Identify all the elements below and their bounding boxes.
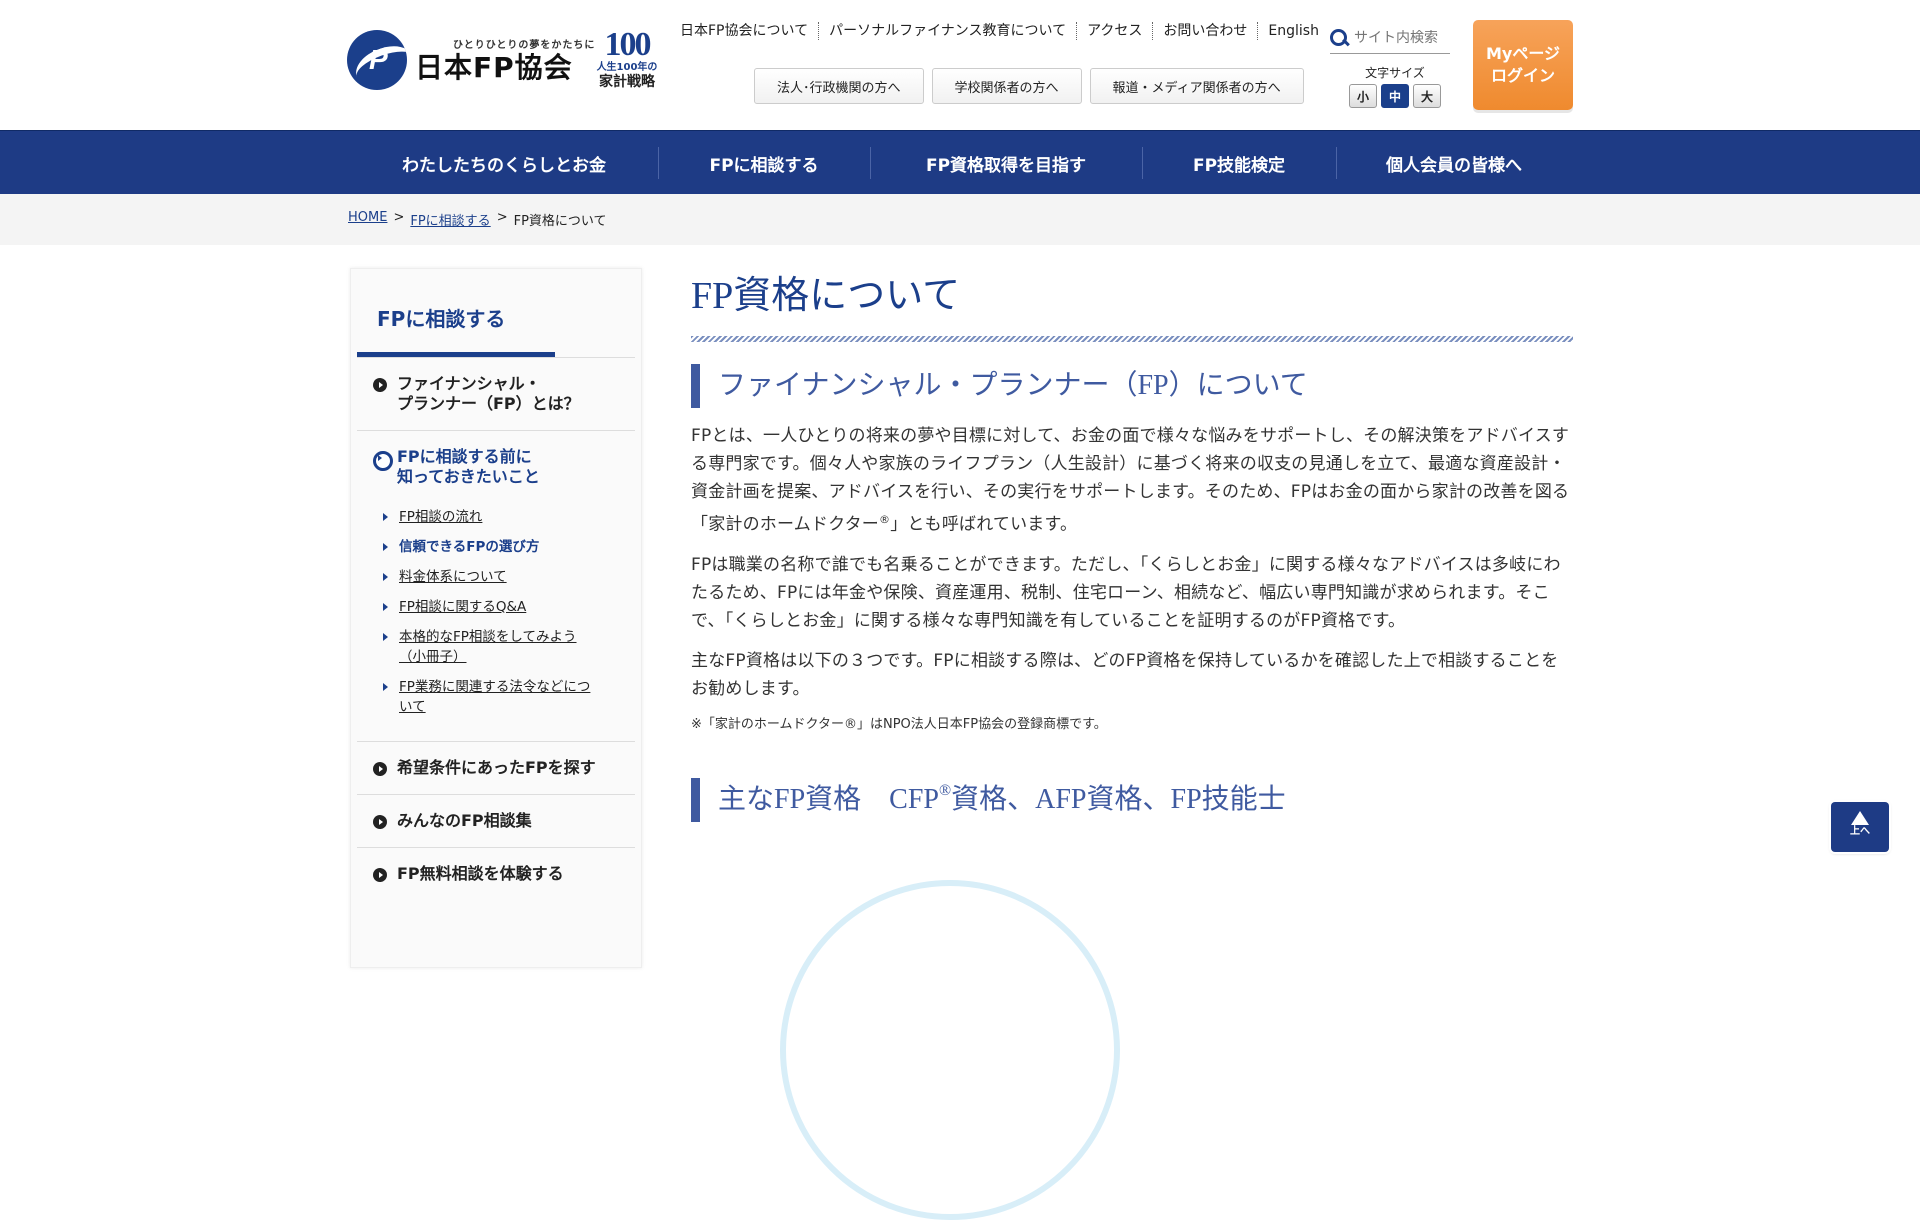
site-logo[interactable]: ひとりひとりの夢をかたちに 日本FP協会 [347, 30, 595, 90]
mypage-login-button[interactable]: Myページ ログイン [1473, 20, 1573, 110]
sidebar-sublink-qa[interactable]: FP相談に関するQ&A [399, 599, 526, 615]
search-icon[interactable] [1330, 28, 1348, 47]
qualification-diagram-circle [780, 880, 1120, 1220]
font-size-label: 文字サイズ [1365, 66, 1425, 80]
font-size-small-button[interactable]: 小 [1349, 84, 1377, 108]
title-divider [691, 336, 1573, 342]
sidebar-sublink-label: 本格的なFP相談をしてみよう （小冊子） [399, 629, 577, 665]
sidebar-subitem: 本格的なFP相談をしてみよう （小冊子） [357, 623, 635, 673]
sidebar-item-label: FP無料相談を体験する [397, 864, 564, 883]
page-top-label: 上へ [1850, 826, 1870, 837]
sidebar-item-label: みんなのFP相談集 [397, 811, 532, 830]
paragraph-text: 」とも呼ばれています。 [890, 514, 1078, 535]
breadcrumb-separator: > [496, 210, 508, 225]
gnav-item-life-and-money[interactable]: わたしたちのくらしとお金 [350, 131, 658, 195]
site-header: ひとりひとりの夢をかたちに 日本FP協会 100 人生100年の 家計戦略 日本… [0, 0, 1920, 130]
font-size-large-button[interactable]: 大 [1413, 84, 1441, 108]
util-link-contact[interactable]: お問い合わせ [1153, 22, 1259, 40]
sidebar-subitem: 信頼できるFPの選び方 [357, 533, 635, 563]
gnav-item-consult-fp[interactable]: FPに相談する [658, 131, 870, 204]
utility-nav: 日本FP協会について パーソナルファイナンス教育について アクセス お問い合わせ… [680, 22, 1329, 40]
sidebar-sublink-flow[interactable]: FP相談の流れ [399, 509, 482, 525]
corporate-button[interactable]: 法人･行政機関の方へ [754, 68, 924, 104]
font-size-control: 文字サイズ 小 中 大 [1348, 64, 1442, 108]
100-years-logo[interactable]: 100 人生100年の 家計戦略 [592, 26, 662, 91]
section-heading-about-fp: ファイナンシャル・プランナー（FP）について [691, 364, 1573, 408]
school-button[interactable]: 学校関係者の方へ [931, 68, 1082, 104]
logo-tagline: ひとりひとりの夢をかたちに [453, 39, 596, 51]
registered-mark: ® [879, 513, 891, 526]
sidebar-item-label: FPに相談する前に 知っておきたいこと [397, 447, 540, 486]
gnav-item-fp-exam[interactable]: FP技能検定 [1142, 131, 1336, 195]
trademark-note: ※「家計のホームドクター®」はNPO法人日本FP協会の登録商標です。 [691, 716, 1107, 732]
sidebar-submenu: FP相談の流れ 信頼できるFPの選び方 料金体系について FP相談に関するQ&A… [357, 503, 635, 741]
sidebar-subitem: 料金体系について [357, 563, 635, 593]
sidebar-item-label: ファイナンシャル・ プランナー（FP）とは？ [397, 374, 580, 413]
sidebar-sublink-choose-fp[interactable]: 信頼できるFPの選び方 [399, 539, 539, 555]
font-size-medium-button[interactable]: 中 [1381, 84, 1409, 108]
breadcrumb: HOME > FPに相談する > FP資格について [348, 210, 607, 229]
paragraph-fp-qualifications: 主なFP資格は以下の３つです。FPに相談する際は、どのFP資格を保持しているかを… [691, 650, 1559, 699]
global-nav: わたしたちのくらしとお金 FPに相談する FP資格取得を目指す FP技能検定 個… [0, 130, 1920, 204]
sidebar-item-before-consulting[interactable]: FPに相談する前に 知っておきたいこと [357, 430, 635, 503]
paragraph-fp-definition: FPとは、一人ひとりの将来の夢や目標に対して、お金の面で様々な悩みをサポートし、… [691, 422, 1573, 539]
logo100-line2: 家計戦略 [599, 74, 655, 90]
registered-mark: ® [938, 781, 952, 799]
site-search [1330, 22, 1450, 54]
logo-name: 日本FP協会 [415, 50, 573, 84]
util-link-access[interactable]: アクセス [1077, 22, 1154, 40]
sidebar-item-label: 希望条件にあったFPを探す [397, 758, 596, 777]
paragraph-text: FPとは、一人ひとりの将来の夢や目標に対して、お金の面で様々な悩みをサポートし、… [691, 426, 1570, 535]
breadcrumb-bar: HOME > FPに相談する > FP資格について [0, 194, 1920, 245]
util-link-education[interactable]: パーソナルファイナンス教育について [819, 22, 1078, 40]
sidebar-subitem: FP業務に関連する法令などにつ いて [357, 673, 635, 723]
mypage-login-label: Myページ ログイン [1485, 44, 1561, 85]
sidebar-sublink-fees[interactable]: 料金体系について [399, 569, 507, 585]
media-button[interactable]: 報道・メディア関係者の方へ [1089, 68, 1304, 104]
sidebar-item-free-consult[interactable]: FP無料相談を体験する [357, 847, 635, 900]
heading-text: 主なFP資格 CFP [718, 783, 939, 815]
page-title: FP資格について [691, 275, 961, 317]
breadcrumb-parent[interactable]: FPに相談する [410, 210, 490, 229]
breadcrumb-separator: > [393, 210, 405, 225]
sidebar-item-cases[interactable]: みんなのFP相談集 [357, 794, 635, 847]
gnav-item-members[interactable]: 個人会員の皆様へ [1336, 131, 1572, 195]
breadcrumb-current: FP資格について [513, 214, 607, 229]
util-link-english[interactable]: English [1258, 22, 1329, 40]
gnav-item-fp-qualification[interactable]: FP資格取得を目指す [870, 131, 1142, 195]
sidebar-item-find-fp[interactable]: 希望条件にあったFPを探す [357, 741, 635, 794]
heading-text: 資格、AFP資格、FP技能士 [951, 783, 1286, 815]
audience-buttons: 法人･行政機関の方へ 学校関係者の方へ 報道・メディア関係者の方へ [754, 68, 1304, 104]
page-top-button[interactable]: 上へ [1831, 802, 1889, 852]
sidebar-sublink-laws[interactable]: FP業務に関連する法令などにつ いて [399, 679, 590, 715]
sidebar-sublink-booklet[interactable]: 本格的なFP相談をしてみよう （小冊子） [399, 629, 577, 665]
util-link-about[interactable]: 日本FP協会について [680, 22, 820, 40]
logo100-number: 100 [604, 26, 652, 63]
sidebar-subitem: FP相談の流れ [357, 503, 635, 533]
main-content: FP資格について ファイナンシャル・プランナー（FP）について FPとは、一人ひ… [691, 268, 1573, 836]
paragraph-fp-knowledge: FPは職業の名称で誰でも名乗ることができます。ただし、「くらしとお金」に関する様… [691, 554, 1561, 631]
logo100-line1: 人生100年の [596, 62, 658, 73]
section-heading-main-qualifications: 主なFP資格 CFP®資格、AFP資格、FP技能士 [691, 777, 1573, 822]
sidebar-title[interactable]: FPに相談する [351, 269, 641, 357]
sidebar: FPに相談する ファイナンシャル・ プランナー（FP）とは？ FPに相談する前に… [350, 268, 642, 968]
breadcrumb-home[interactable]: HOME [348, 210, 387, 229]
sidebar-item-what-is-fp[interactable]: ファイナンシャル・ プランナー（FP）とは？ [357, 357, 635, 430]
jafp-logo-icon [347, 30, 407, 90]
search-input[interactable] [1354, 29, 1448, 46]
arrow-up-icon [1851, 811, 1869, 825]
sidebar-sublink-label: FP業務に関連する法令などにつ いて [399, 679, 591, 715]
sidebar-subitem: FP相談に関するQ&A [357, 593, 635, 623]
